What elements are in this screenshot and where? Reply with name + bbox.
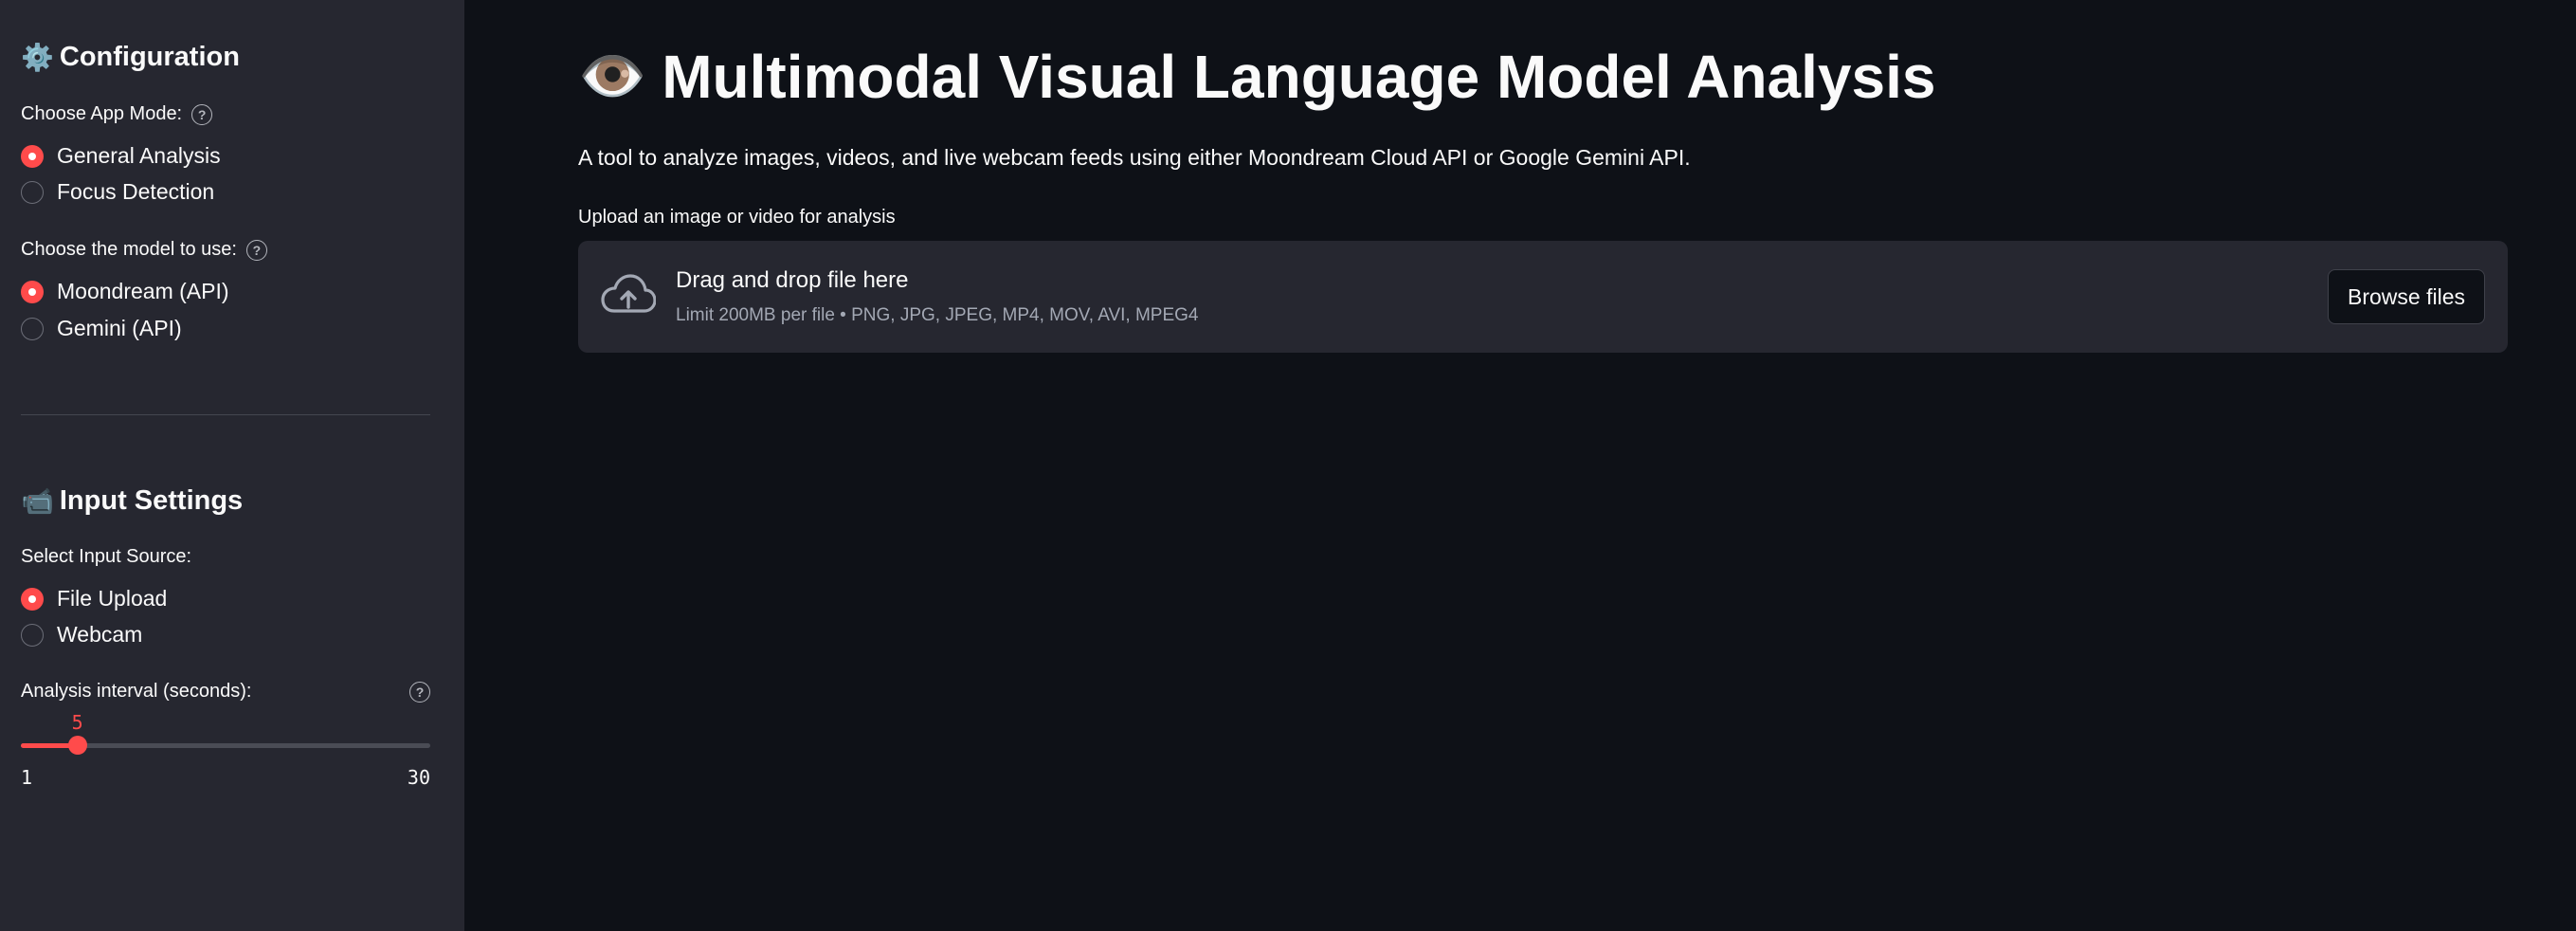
eye-icon: 👁️ [578, 46, 647, 107]
radio-label: File Upload [57, 586, 168, 611]
upload-label: Upload an image or video for analysis [578, 207, 896, 228]
cloud-upload-icon [601, 274, 656, 313]
radio-label: General Analysis [57, 143, 221, 168]
input-settings-header: 📹 Input Settings [21, 485, 243, 517]
radio-unselected-icon[interactable] [21, 317, 44, 340]
radio-label: Focus Detection [57, 179, 215, 204]
slider-min: 1 [21, 766, 33, 789]
interval-label-text: Analysis interval (seconds): [21, 681, 252, 702]
input-settings-title: Input Settings [59, 485, 244, 516]
radio-selected-icon[interactable] [21, 144, 44, 168]
radio-unselected-icon[interactable] [21, 623, 44, 647]
radio-file-upload[interactable]: File Upload [21, 586, 167, 612]
radio-label: Webcam [57, 622, 143, 647]
radio-general-analysis[interactable]: General Analysis [21, 143, 221, 169]
interval-label: Analysis interval (seconds): ? [21, 681, 430, 703]
app-mode-label: Choose App Mode: ? [21, 103, 213, 125]
interval-slider-thumb[interactable] [67, 736, 87, 755]
radio-selected-icon[interactable] [21, 587, 44, 611]
app-root: ⚙️ Configuration Choose App Mode: ? Gene… [0, 0, 2576, 931]
sidebar-divider [21, 414, 430, 415]
radio-gemini[interactable]: Gemini (API) [21, 316, 182, 341]
configuration-header: ⚙️ Configuration [21, 42, 240, 73]
camera-icon: 📹 [21, 485, 54, 516]
input-source-label-text: Select Input Source: [21, 546, 192, 567]
configuration-title: Configuration [59, 42, 240, 72]
radio-label: Gemini (API) [57, 316, 182, 340]
radio-moondream[interactable]: Moondream (API) [21, 279, 229, 304]
page-subtitle: A tool to analyze images, videos, and li… [578, 145, 1691, 170]
help-icon[interactable]: ? [245, 239, 267, 261]
model-label: Choose the model to use: ? [21, 239, 267, 261]
gear-icon: ⚙️ [21, 42, 54, 72]
slider-max: 30 [407, 766, 430, 789]
dropzone-title: Drag and drop file here [676, 267, 909, 293]
radio-webcam[interactable]: Webcam [21, 622, 142, 648]
app-mode-label-text: Choose App Mode: [21, 103, 183, 124]
slider-value: 5 [71, 711, 83, 734]
page-title: 👁️ Multimodal Visual Language Model Anal… [578, 42, 1935, 112]
file-dropzone[interactable]: Drag and drop file here Limit 200MB per … [578, 241, 2508, 353]
input-source-label: Select Input Source: [21, 546, 191, 568]
dropzone-limit: Limit 200MB per file • PNG, JPG, JPEG, M… [676, 305, 1199, 325]
main-content: 👁️ Multimodal Visual Language Model Anal… [464, 0, 2576, 931]
page-title-text: Multimodal Visual Language Model Analysi… [662, 43, 1936, 111]
radio-label: Moondream (API) [57, 279, 229, 303]
radio-focus-detection[interactable]: Focus Detection [21, 179, 214, 205]
help-icon[interactable]: ? [191, 103, 213, 125]
radio-unselected-icon[interactable] [21, 180, 44, 204]
browse-files-button[interactable]: Browse files [2328, 269, 2485, 324]
model-label-text: Choose the model to use: [21, 239, 237, 260]
help-icon[interactable]: ? [409, 681, 430, 703]
sidebar: ⚙️ Configuration Choose App Mode: ? Gene… [0, 0, 464, 931]
radio-selected-icon[interactable] [21, 280, 44, 303]
